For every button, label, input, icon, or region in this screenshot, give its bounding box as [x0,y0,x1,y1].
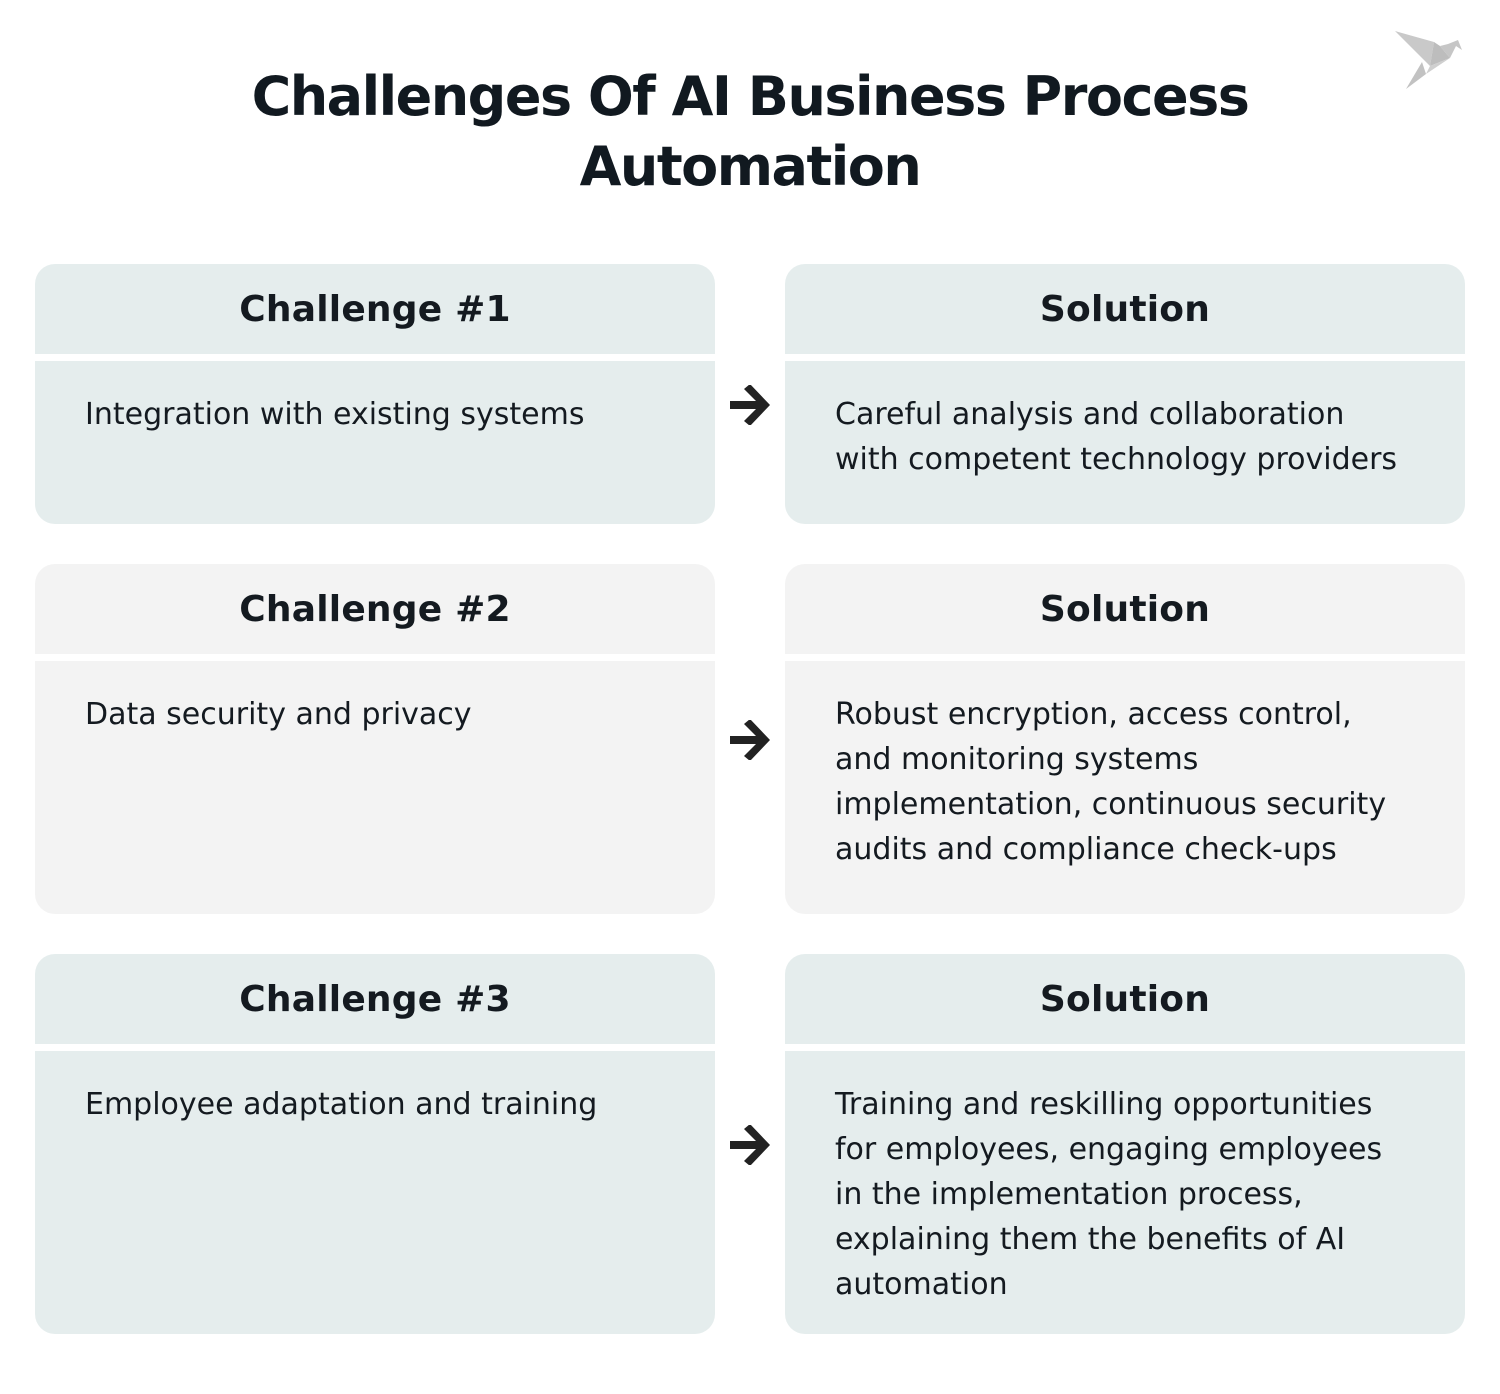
challenge-heading: Challenge #1 [239,288,511,330]
solution-text: Careful analysis and collaboration with … [835,397,1398,477]
origami-bird-icon [1395,31,1462,89]
arrow-right-icon [730,1125,770,1165]
challenge-heading: Challenge #3 [239,978,511,1020]
divider [785,654,1465,661]
challenge-card-3: Challenge #3 Employee adaptation and tra… [35,954,715,1334]
challenge-text: Data security and privacy [85,697,472,732]
divider [35,354,715,361]
challenge-heading: Challenge #2 [239,588,511,630]
solution-heading: Solution [1039,978,1211,1020]
solution-card-1: Solution Careful analysis and collaborat… [785,264,1465,524]
arrow-right-icon [730,720,770,760]
solution-text: Robust encryption, access control, and m… [835,697,1387,867]
divider [785,354,1465,361]
divider [785,1044,1465,1051]
solution-text: Training and reskilling opportunities fo… [835,1087,1383,1302]
challenge-text: Integration with existing systems [85,397,585,432]
solution-heading: Solution [1039,288,1211,330]
solution-card-2: Solution Robust encryption, access contr… [785,564,1465,914]
divider [35,1044,715,1051]
solution-card-3: Solution Training and reskilling opportu… [785,954,1465,1334]
challenge-text: Employee adaptation and training [85,1087,598,1122]
challenge-card-1: Challenge #1 Integration with existing s… [35,264,715,524]
title-line-1: Challenges Of AI Business Process [251,65,1250,128]
solution-heading: Solution [1039,588,1211,630]
title-line-2: Automation [579,135,922,198]
arrow-right-icon [730,385,770,425]
page-title: Challenges Of AI Business Process Automa… [0,62,1500,202]
divider [35,654,715,661]
challenge-card-2: Challenge #2 Data security and privacy [35,564,715,914]
